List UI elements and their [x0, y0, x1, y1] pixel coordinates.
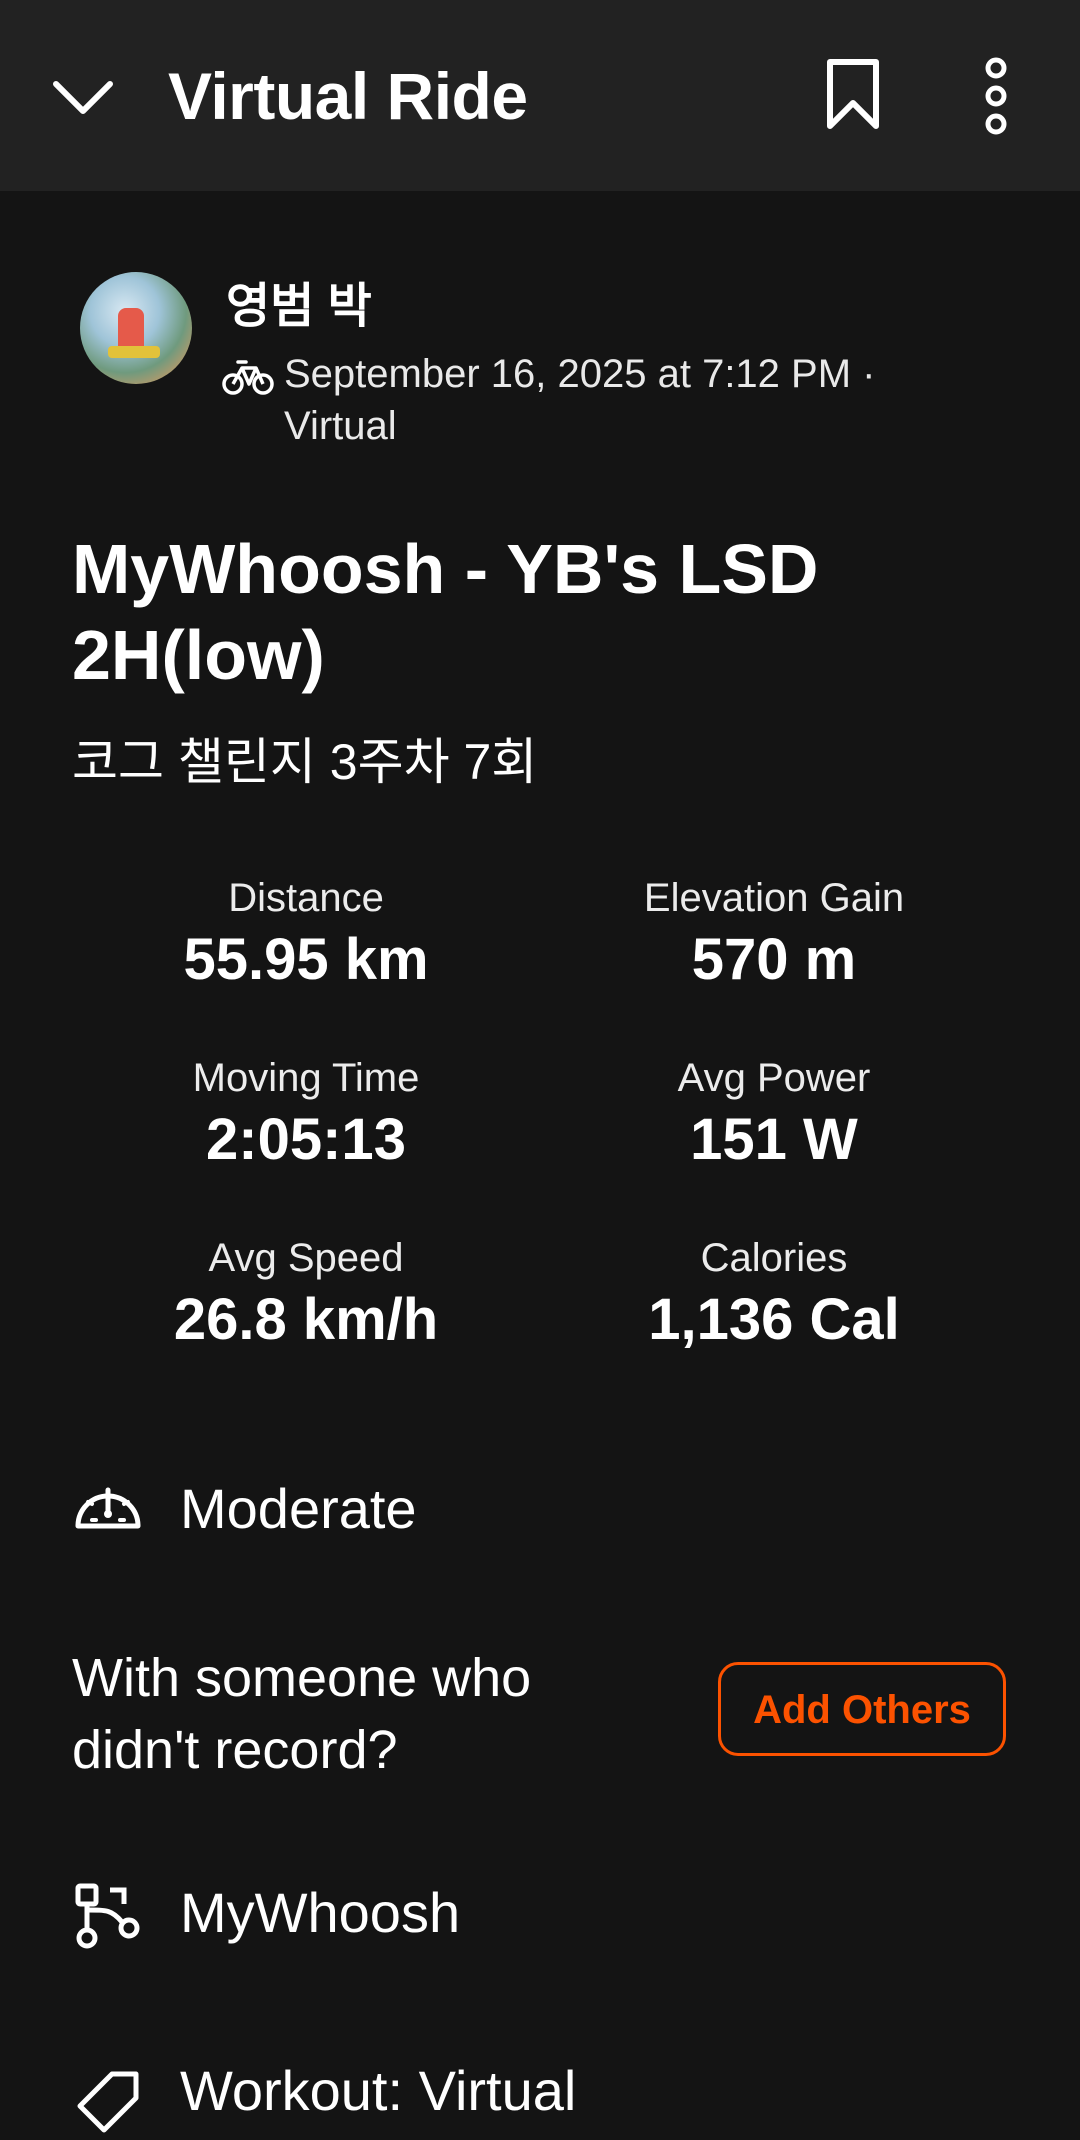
stat-label: Calories — [700, 1236, 848, 1280]
athlete-name[interactable]: 영범 박 — [226, 266, 372, 336]
top-app-bar: Virtual Ride — [0, 0, 1080, 191]
device-label[interactable]: MyWhoosh — [180, 1880, 460, 1945]
stat-value: 1,136 Cal — [648, 1287, 900, 1352]
add-others-button[interactable]: Add Others — [718, 1662, 1006, 1756]
page-title: Virtual Ride — [168, 59, 528, 133]
stat-distance: Distance 55.95 km — [96, 870, 516, 994]
speedometer-icon — [75, 1487, 141, 1529]
stat-avg-speed: Avg Speed 26.8 km/h — [96, 1230, 516, 1354]
stat-label: Avg Speed — [208, 1236, 404, 1280]
stat-moving-time: Moving Time 2:05:13 — [96, 1050, 516, 1174]
bookmark-icon[interactable] — [818, 56, 888, 132]
stat-value: 151 W — [690, 1107, 858, 1172]
effort-label[interactable]: Moderate — [180, 1476, 417, 1541]
stat-label: Avg Power — [677, 1056, 871, 1100]
chevron-down-icon[interactable] — [48, 62, 118, 132]
route-device-icon — [75, 1883, 140, 1949]
bike-icon — [222, 360, 274, 395]
add-others-prompt: With someone who didn't record? — [72, 1648, 532, 1780]
activity-location-type: Virtual — [284, 404, 397, 448]
activity-title: MyWhoosh - YB's LSD 2H(low) — [72, 530, 819, 694]
more-vertical-icon[interactable] — [958, 56, 1034, 136]
stat-label: Elevation Gain — [643, 876, 905, 920]
stat-value: 55.95 km — [183, 927, 429, 992]
avatar[interactable] — [80, 272, 192, 384]
tag-icon — [77, 2071, 139, 2133]
activity-datetime: September 16, 2025 at 7:12 PM · — [284, 352, 876, 396]
stat-avg-power: Avg Power 151 W — [564, 1050, 984, 1174]
activity-meta: September 16, 2025 at 7:12 PM · Virtual — [284, 348, 944, 452]
stat-label: Moving Time — [192, 1056, 420, 1100]
stat-value: 2:05:13 — [206, 1107, 406, 1172]
stat-value: 26.8 km/h — [173, 1287, 439, 1352]
stat-elevation-gain: Elevation Gain 570 m — [564, 870, 984, 994]
stat-label: Distance — [228, 876, 384, 920]
stat-calories: Calories 1,136 Cal — [564, 1230, 984, 1354]
activity-description: 코그 챌린지 3주차 7회 — [72, 734, 538, 790]
stat-value: 570 m — [691, 927, 857, 992]
workout-type-label[interactable]: Workout: Virtual — [180, 2058, 576, 2123]
